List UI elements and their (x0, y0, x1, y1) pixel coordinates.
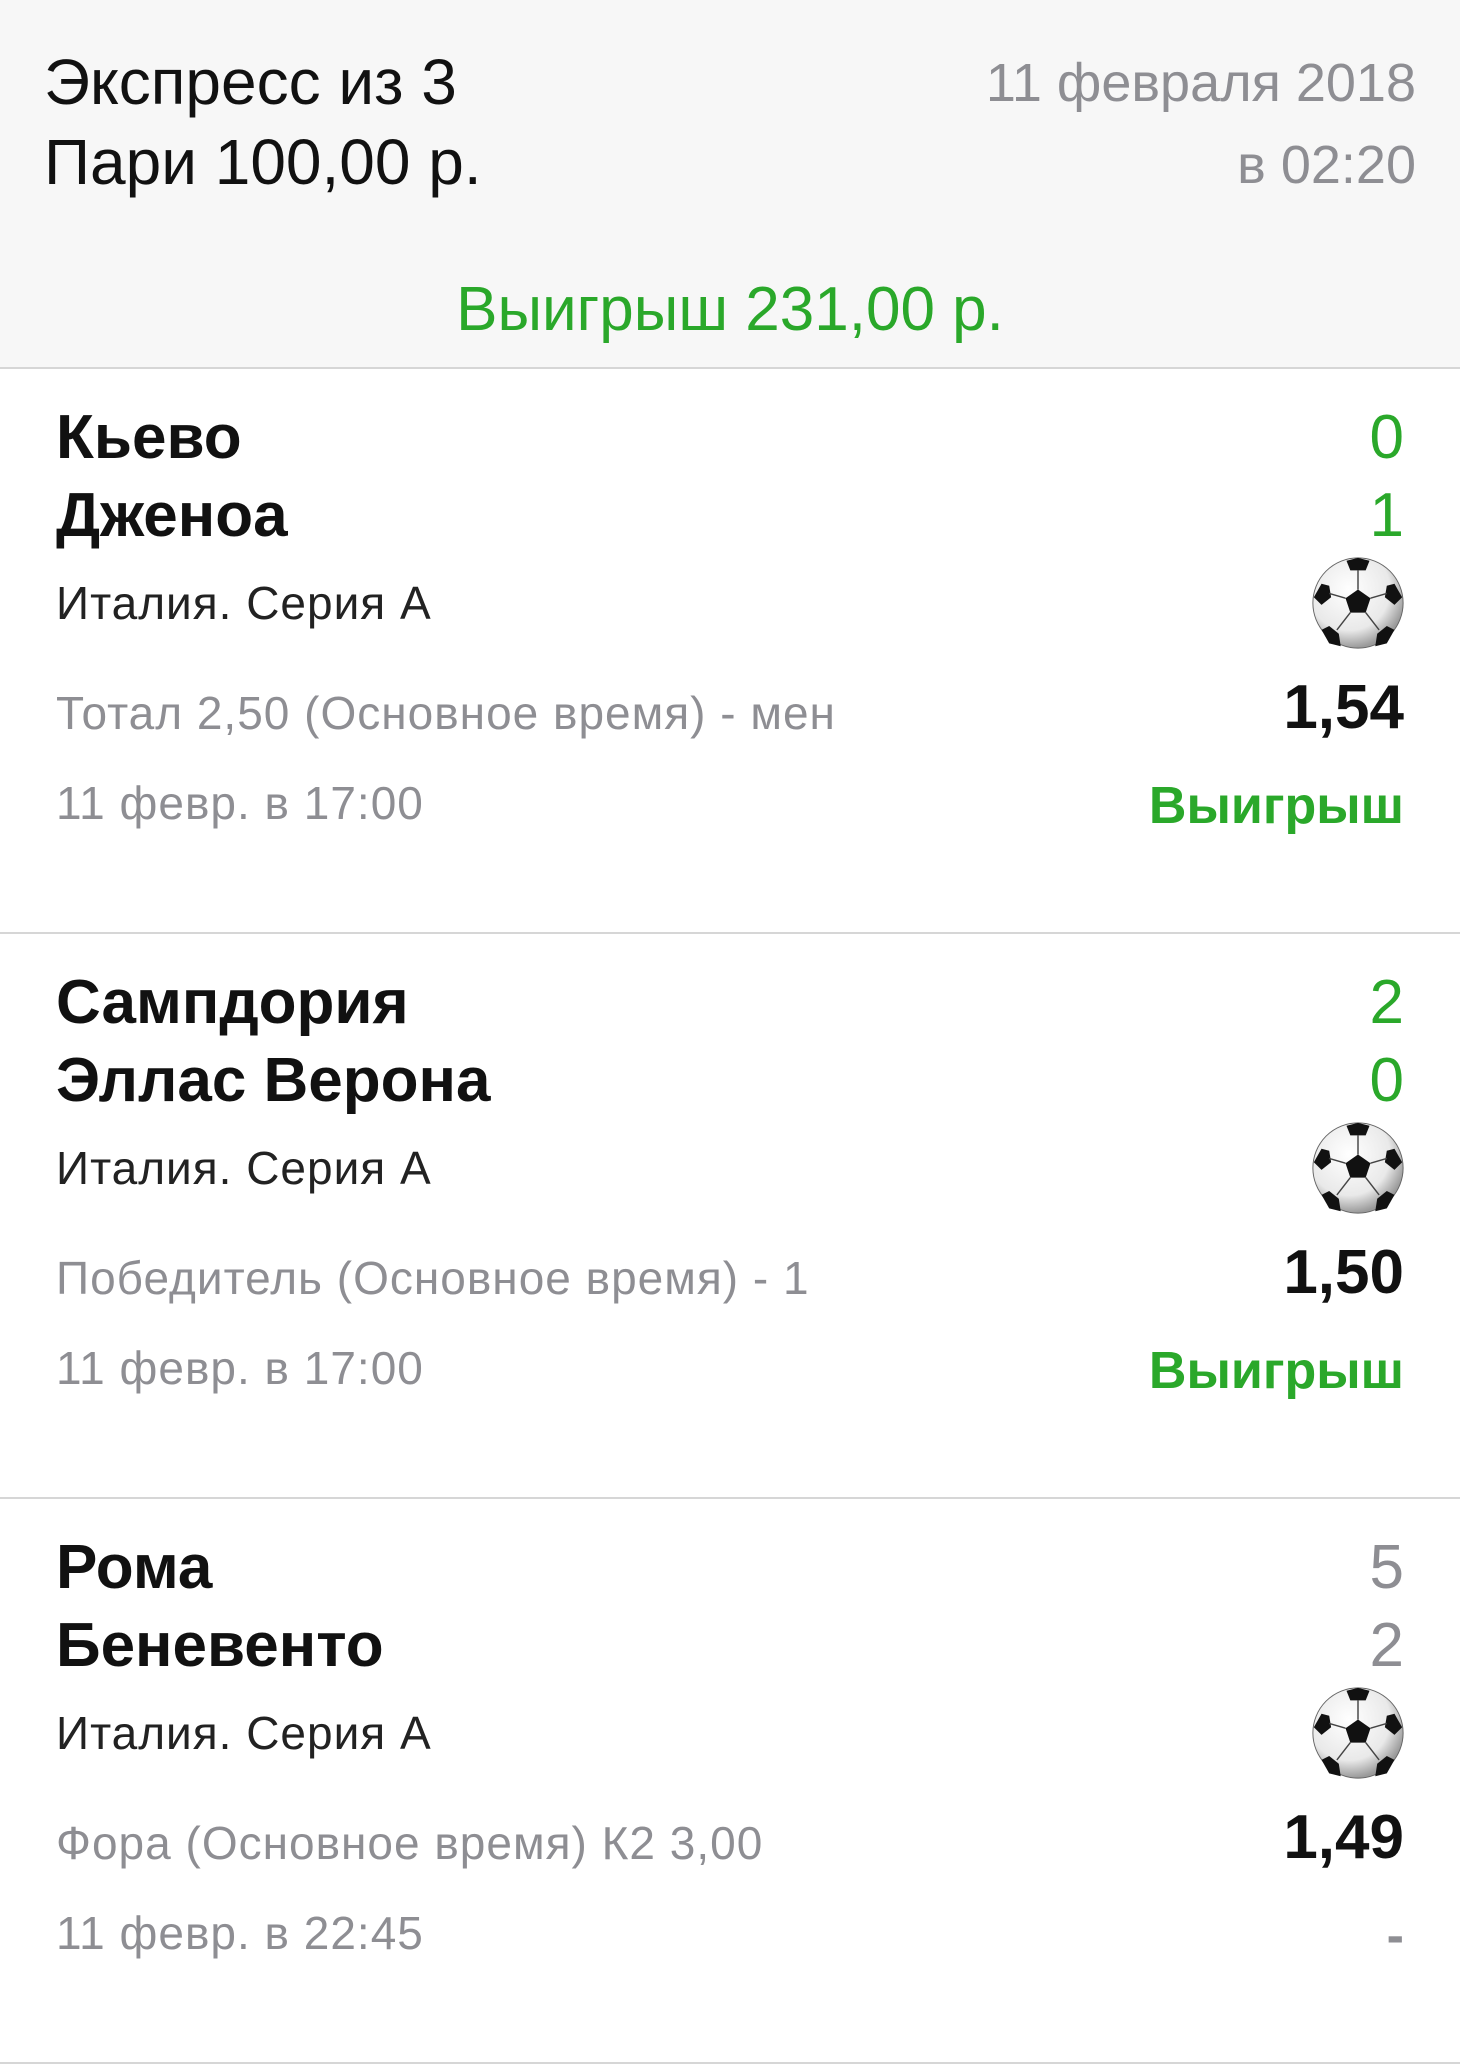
league-name: Италия. Серия А (56, 577, 432, 629)
bet-stake: Пари 100,00 р. (44, 126, 482, 198)
bet-odds: 1,54 (1283, 673, 1404, 742)
event-card[interactable]: Кьево Дженоа 0 1 Италия. Серия А Тотал 2… (0, 369, 1460, 934)
bet-result: Выигрыш (1148, 777, 1404, 835)
score-home: 2 (1369, 968, 1404, 1037)
score-home: 0 (1369, 403, 1404, 472)
bet-odds: 1,49 (1283, 1803, 1404, 1872)
bet-market: Фора (Основное время) К2 3,00 (56, 1817, 764, 1869)
bet-result: - (1386, 1907, 1404, 1965)
bet-header: Экспресс из 3 Пари 100,00 р. 11 февраля … (0, 0, 1460, 369)
bet-result: Выигрыш (1148, 1342, 1404, 1400)
score-away: 2 (1369, 1611, 1404, 1680)
team-away: Дженоа (56, 481, 288, 550)
team-home: Сампдория (56, 968, 409, 1037)
event-time: 11 февр. в 22:45 (56, 1907, 424, 1959)
event-time: 11 февр. в 17:00 (56, 1342, 424, 1394)
score-away: 1 (1369, 481, 1404, 550)
bet-market: Тотал 2,50 (Основное время) - мен (56, 687, 836, 739)
soccer-ball-icon (1312, 1687, 1404, 1779)
soccer-ball-icon (1312, 557, 1404, 649)
score-away: 0 (1369, 1046, 1404, 1115)
event-card[interactable]: Сампдория Эллас Верона 2 0 Италия. Серия… (0, 934, 1460, 1499)
bet-date: 11 февраля 2018 (985, 53, 1416, 113)
bet-payout: Выигрыш 231,00 р. (456, 275, 1004, 344)
team-home: Кьево (56, 403, 242, 472)
league-name: Италия. Серия А (56, 1707, 432, 1759)
league-name: Италия. Серия А (56, 1142, 432, 1194)
score-home: 5 (1369, 1533, 1404, 1602)
team-away: Беневенто (56, 1611, 384, 1680)
event-time: 11 февр. в 17:00 (56, 777, 424, 829)
bet-market: Победитель (Основное время) - 1 (56, 1252, 810, 1304)
bet-type-title: Экспресс из 3 (44, 46, 457, 118)
team-away: Эллас Верона (56, 1046, 491, 1115)
bet-time: в 02:20 (1237, 135, 1416, 195)
bet-odds: 1,50 (1283, 1238, 1404, 1307)
soccer-ball-icon (1312, 1122, 1404, 1214)
team-home: Рома (56, 1533, 213, 1602)
event-card[interactable]: Рома Беневенто 5 2 Италия. Серия А Фора … (0, 1499, 1460, 2064)
